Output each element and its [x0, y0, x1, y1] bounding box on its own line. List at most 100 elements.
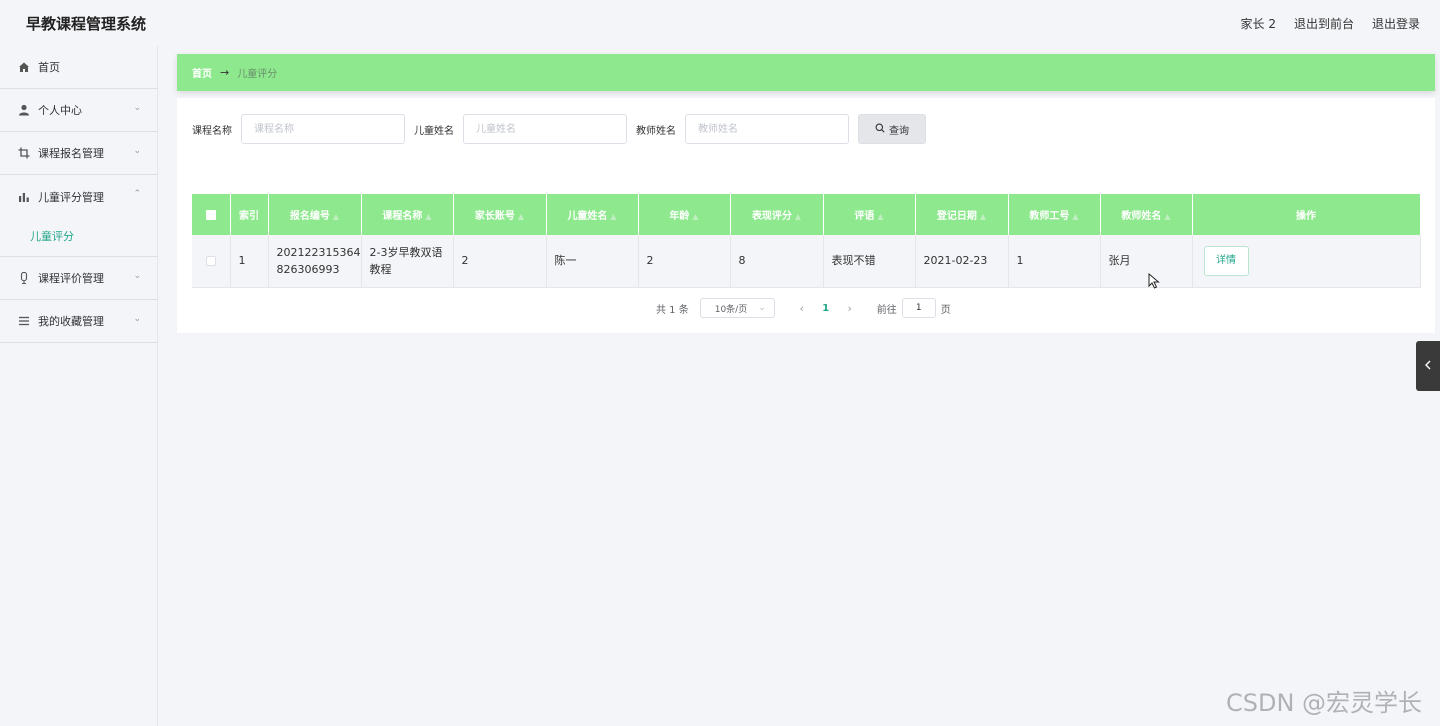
sort-icon: ▲ — [517, 211, 525, 221]
sort-icon: ▲ — [1072, 211, 1079, 221]
column-header-age[interactable]: 年龄 ▲ — [638, 194, 731, 235]
column-header-reg-no[interactable]: 报名编号 ▲ — [268, 194, 362, 235]
column-header-index: 索引 — [230, 194, 269, 235]
search-form: 课程名称 儿童姓名 教师姓名 查询 — [192, 114, 926, 144]
user-icon — [18, 104, 30, 116]
cell-index: 1 — [230, 235, 269, 288]
goto-page-input[interactable] — [901, 298, 936, 318]
course-name-label: 课程名称 — [192, 125, 232, 137]
table-row: 1 202122315364 826306993 2-3岁早教双语 教程 2 陈一 … — [192, 235, 1421, 288]
sidebar-item-label: 课程评价管理 — [38, 272, 104, 285]
search-icon — [875, 123, 885, 136]
select-all-checkbox[interactable] — [192, 194, 231, 235]
sort-icon: ▲ — [794, 211, 802, 221]
chevron-down-icon: ⌄ — [133, 314, 141, 324]
sort-icon: ▲ — [332, 211, 340, 221]
column-header-child[interactable]: 儿童姓名 ▲ — [546, 194, 639, 235]
chevron-left-icon — [1424, 359, 1432, 373]
side-panel-toggle[interactable] — [1416, 341, 1440, 391]
cell-reg-no: 202122315364 826306993 — [268, 235, 362, 288]
list-icon — [18, 315, 30, 327]
cell-score: 8 — [730, 235, 824, 288]
child-score-table: 索引 报名编号 ▲ 课程名称 ▲ 家长账号 ▲ 儿童姓名 ▲ 年龄 ▲ 表现评分 ▲ 评语 ▲… — [192, 194, 1421, 288]
sidebar-item-personal-center[interactable]: 个人中心 ⌄ — [0, 89, 157, 132]
cell-course: 2-3岁早教双语 教程 — [361, 235, 454, 288]
pagination-total: 共 1 条 — [656, 304, 689, 316]
page-size-select[interactable]: 10条/页 ⌄ — [699, 298, 775, 318]
page-size-value: 10条/页 — [714, 304, 748, 315]
column-header-teacher-id[interactable]: 教师工号 ▲ — [1008, 194, 1101, 235]
sidebar-item-child-score-management[interactable]: 儿童评分管理 ⌃ — [0, 175, 157, 218]
exit-to-front-link[interactable]: 退出到前台 — [1294, 15, 1354, 32]
breadcrumb-home[interactable]: 首页 — [192, 65, 212, 80]
chevron-down-icon: ⌄ — [133, 146, 141, 156]
current-user: 家长 2 — [1240, 17, 1276, 31]
sort-icon: ▲ — [692, 211, 699, 221]
top-links: 家长 2 退出到前台 退出登录 — [1241, 15, 1420, 32]
column-header-action: 操作 — [1192, 194, 1421, 235]
cell-teacher: 张月 — [1100, 235, 1193, 288]
chevron-down-icon: ⌄ — [133, 103, 141, 113]
row-checkbox[interactable] — [192, 235, 231, 288]
chevron-up-icon: ⌃ — [133, 189, 141, 199]
breadcrumb-current: 儿童评分 — [237, 69, 278, 80]
home-icon — [18, 61, 30, 73]
sidebar-item-label: 我的收藏管理 — [38, 315, 104, 328]
child-name-label: 儿童姓名 — [414, 125, 454, 137]
sort-icon: ▲ — [425, 211, 432, 221]
table-header-row: 索引 报名编号 ▲ 课程名称 ▲ 家长账号 ▲ 儿童姓名 ▲ 年龄 ▲ 表现评分 ▲ 评语 ▲… — [192, 194, 1421, 235]
sort-icon: ▲ — [877, 211, 884, 221]
cell-action: 详情 — [1192, 235, 1421, 288]
column-header-teacher[interactable]: 教师姓名 ▲ — [1100, 194, 1193, 235]
page-number-current[interactable]: 1 — [811, 303, 841, 314]
sidebar-item-label: 儿童评分管理 — [38, 190, 104, 204]
column-header-date[interactable]: 登记日期 ▲ — [915, 194, 1009, 235]
next-page-icon[interactable]: › — [841, 302, 859, 315]
sidebar-group-child-score: 儿童评分管理 ⌃ 儿童评分 — [0, 175, 157, 257]
cell-child: 陈一 — [546, 235, 639, 288]
mouse-cursor-icon — [1148, 272, 1160, 292]
sort-icon: ▲ — [1164, 211, 1171, 221]
detail-button[interactable]: 详情 — [1203, 245, 1249, 276]
sidebar-item-label: 个人中心 — [38, 104, 82, 117]
pagination: 共 1 条 10条/页 ⌄ ‹ 1 › 前往 页 — [656, 298, 951, 318]
cell-parent: 2 — [453, 235, 547, 288]
column-header-parent[interactable]: 家长账号 ▲ — [453, 194, 547, 235]
arrow-right-icon: → — [220, 66, 230, 79]
sidebar-item-label: 课程报名管理 — [38, 147, 104, 160]
microphone-icon — [18, 272, 30, 284]
prev-page-icon[interactable]: ‹ — [793, 302, 811, 315]
teacher-name-label: 教师姓名 — [636, 125, 676, 137]
column-header-score[interactable]: 表现评分 ▲ — [730, 194, 824, 235]
sidebar-item-home[interactable]: 首页 — [0, 46, 157, 89]
column-header-comment[interactable]: 评语 ▲ — [823, 194, 916, 235]
goto-label: 前往 — [876, 304, 897, 316]
child-name-input[interactable] — [463, 114, 627, 144]
search-button-label: 查询 — [889, 125, 909, 137]
app-title: 早教课程管理系统 — [26, 15, 147, 33]
sidebar: 首页 个人中心 ⌄ 课程报名管理 ⌄ 儿童评分管理 ⌃ 儿童评分 课程评价管理 … — [0, 46, 158, 726]
cell-comment: 表现不错 — [823, 235, 916, 288]
search-button[interactable]: 查询 — [858, 114, 926, 144]
course-name-input[interactable] — [241, 114, 405, 144]
cell-date: 2021-02-23 — [915, 235, 1009, 288]
top-bar: 早教课程管理系统 家长 2 退出到前台 退出登录 — [0, 0, 1440, 46]
teacher-name-input[interactable] — [685, 114, 849, 144]
bar-chart-icon — [18, 191, 30, 203]
breadcrumb: 首页 → 儿童评分 — [177, 54, 1435, 91]
sidebar-item-favorites[interactable]: 我的收藏管理 ⌄ — [0, 300, 157, 343]
chevron-down-icon: ⌄ — [133, 271, 141, 281]
sort-icon: ▲ — [979, 211, 987, 221]
sidebar-item-course-registration[interactable]: 课程报名管理 ⌄ — [0, 132, 157, 175]
sidebar-item-label: 首页 — [38, 61, 60, 74]
main-panel: 课程名称 儿童姓名 教师姓名 查询 索引 报名编号▲ 课程名称▲ 家长账号▲ — [177, 98, 1435, 333]
sidebar-item-course-review[interactable]: 课程评价管理 ⌄ — [0, 257, 157, 300]
logout-link[interactable]: 退出登录 — [1372, 15, 1420, 32]
page-unit-label: 页 — [940, 304, 951, 316]
column-header-course[interactable]: 课程名称 ▲ — [361, 194, 454, 235]
sidebar-subitem-child-score[interactable]: 儿童评分 — [0, 218, 157, 256]
crop-icon — [18, 147, 30, 159]
sort-icon: ▲ — [610, 211, 617, 221]
cell-teacher-id: 1 — [1008, 235, 1101, 288]
watermark: CSDN @宏灵学长 — [1226, 689, 1423, 717]
